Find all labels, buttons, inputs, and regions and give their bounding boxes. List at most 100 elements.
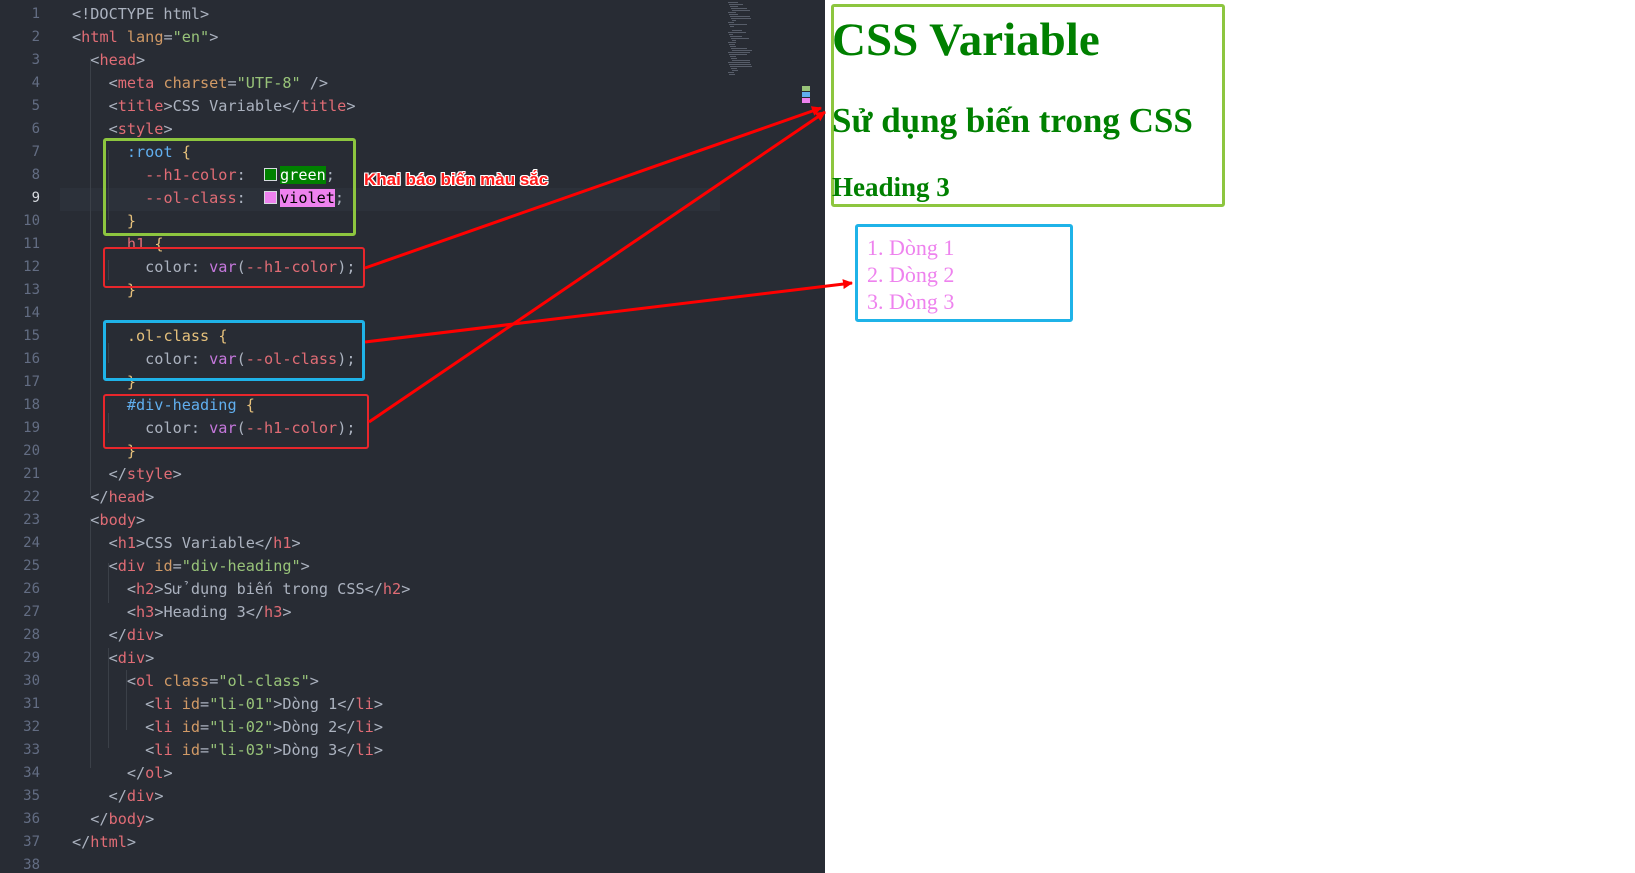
minimap-line [728, 62, 750, 63]
minimap-line [730, 26, 734, 27]
code-line[interactable]: </div> [72, 785, 164, 808]
minimap-line [729, 4, 743, 5]
minimap-line [732, 50, 752, 51]
line-number: 10 [23, 213, 40, 229]
code-token: < [72, 28, 82, 46]
code-token: li [154, 695, 173, 713]
code-token: >Dòng 3</ [273, 741, 356, 759]
code-line[interactable]: <html lang="en"> [72, 26, 218, 49]
code-token: id [181, 718, 201, 736]
code-token: </ [72, 626, 127, 644]
code-token: li [154, 741, 173, 759]
code-line[interactable]: </div> [72, 624, 164, 647]
code-line[interactable]: </body> [72, 808, 154, 831]
line-number: 14 [23, 305, 40, 321]
line-number: 32 [23, 719, 40, 735]
code-token: < [72, 534, 118, 552]
code-token: html [90, 833, 127, 851]
minimap-line [728, 72, 734, 73]
code-token: > [172, 465, 182, 483]
code-line[interactable]: <h3>Heading 3</h3> [72, 601, 292, 624]
code-line[interactable]: <li id="li-01">Dòng 1</li> [72, 693, 383, 716]
code-token: </ [72, 764, 146, 782]
line-number: 31 [23, 696, 40, 712]
code-token: html [81, 28, 118, 46]
code-line[interactable]: </html> [72, 831, 136, 854]
minimap-line [732, 40, 736, 41]
code-token: >Sử dụng biến trong CSS</ [154, 580, 383, 598]
code-line[interactable]: </style> [72, 463, 182, 486]
code-token: "div-heading" [181, 557, 301, 575]
code-token: > [346, 97, 356, 115]
minimap-line [730, 56, 736, 57]
line-number: 38 [23, 857, 40, 873]
code-token: head [99, 51, 137, 69]
code-token: > [309, 672, 319, 690]
code-token: class [163, 672, 210, 690]
code-token: "ol-class" [218, 672, 310, 690]
indent-guide [108, 648, 109, 748]
code-token: < [72, 741, 155, 759]
line-number: 25 [23, 558, 40, 574]
code-token: id [154, 557, 173, 575]
code-token: "UTF-8" [236, 74, 301, 92]
code-token: > [126, 833, 137, 851]
code-token: < [72, 97, 118, 115]
minimap-line [732, 70, 738, 71]
code-line[interactable]: <h1>CSS Variable</h1> [72, 532, 301, 555]
line-number: 1 [31, 6, 40, 22]
minimap-line [729, 54, 747, 55]
code-token: = [200, 718, 210, 736]
code-token: < [72, 511, 100, 529]
code-token: > [300, 557, 310, 575]
code-token: </ [72, 833, 91, 851]
code-line[interactable]: <li id="li-03">Dòng 3</li> [72, 739, 383, 762]
minimap-line [728, 2, 738, 3]
code-token: >Heading 3</ [154, 603, 265, 621]
code-token: = [200, 741, 210, 759]
line-number: 19 [23, 420, 40, 436]
code-line[interactable]: <title>CSS Variable</title> [72, 95, 356, 118]
line-number: 16 [23, 351, 40, 367]
code-token: ol [145, 764, 164, 782]
h1-rule-box [103, 247, 365, 288]
code-token: > [136, 51, 146, 69]
line-number: 17 [23, 374, 40, 390]
code-token: >Dòng 2</ [273, 718, 356, 736]
code-token: < [72, 649, 118, 667]
code-token: div [117, 649, 146, 667]
div-heading-rule-box [103, 394, 369, 449]
code-token: "li-02" [209, 718, 274, 736]
code-line[interactable]: <ol class="ol-class"> [72, 670, 319, 693]
code-line[interactable]: <meta charset="UTF-8" /> [72, 72, 329, 95]
code-token: head [108, 488, 146, 506]
minimap[interactable] [728, 2, 770, 76]
code-token: = [172, 557, 182, 575]
code-token: h2 [136, 580, 155, 598]
code-token: charset [163, 74, 228, 92]
ol-class-rule-box [103, 320, 365, 381]
code-line[interactable]: <div> [72, 647, 155, 670]
code-token: li [355, 695, 374, 713]
code-line[interactable]: <!DOCTYPE html> [72, 3, 209, 26]
minimap-line [731, 68, 737, 69]
code-token: = [200, 695, 210, 713]
code-token: lang [126, 28, 164, 46]
minimap-line [729, 74, 735, 75]
line-number: 9 [31, 190, 40, 206]
code-token: < [72, 603, 137, 621]
minimap-line [728, 32, 746, 33]
code-line[interactable]: </ol> [72, 762, 173, 785]
code-line[interactable]: <head> [72, 49, 145, 72]
code-line[interactable]: <h2>Sử dụng biến trong CSS</h2> [72, 578, 411, 601]
line-number: 29 [23, 650, 40, 666]
code-line[interactable]: </head> [72, 486, 154, 509]
code-token: > [373, 741, 383, 759]
code-line[interactable]: <body> [72, 509, 145, 532]
code-token: li [154, 718, 173, 736]
scrollbar-marker[interactable] [802, 86, 810, 108]
minimap-line [730, 16, 750, 17]
code-line[interactable]: <li id="li-02">Dòng 2</li> [72, 716, 383, 739]
code-token: <!DOCTYPE html> [72, 5, 210, 23]
code-token: </ [72, 810, 109, 828]
